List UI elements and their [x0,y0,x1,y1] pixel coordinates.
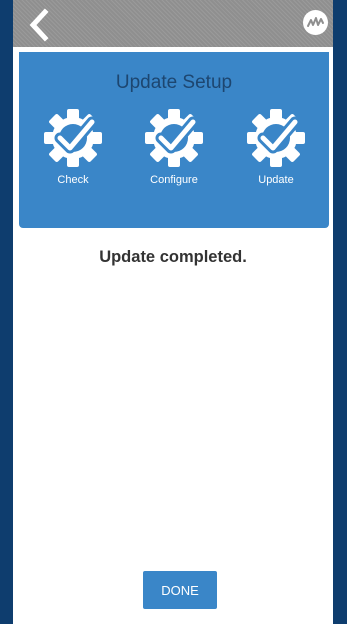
step-update: Update [231,108,321,186]
gear-check-icon [246,108,306,168]
top-bar [13,0,333,47]
update-setup-panel: Update Setup Check Configure Update [19,52,329,228]
step-label-check: Check [57,174,89,186]
chevron-left-icon [29,8,49,42]
step-label-update: Update [258,174,294,186]
step-check: Check [28,108,118,186]
step-label-configure: Configure [150,174,198,186]
back-button[interactable] [21,8,61,42]
done-button[interactable]: DONE [143,571,217,609]
setup-title: Update Setup [115,72,233,93]
app-screen: Update Setup Check Configure Update Upda… [13,0,333,624]
step-configure: Configure [129,108,219,186]
status-message: Update completed. [99,248,247,266]
gear-check-icon [43,108,103,168]
gear-check-icon [144,108,204,168]
brand-logo-icon [303,10,328,35]
